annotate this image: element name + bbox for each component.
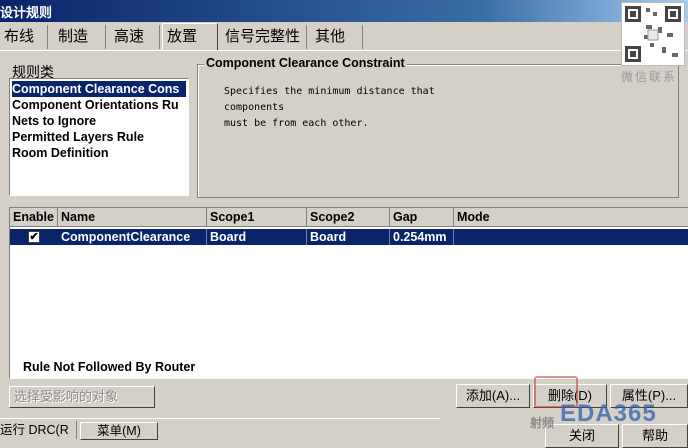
row-gap: 0.254mm xyxy=(390,229,454,245)
close-label: 关闭 xyxy=(568,428,595,443)
tab-routing[interactable]: 布线 xyxy=(0,25,48,49)
description-line: must be from each other. xyxy=(224,118,369,129)
col-scope1-header[interactable]: Scope1 xyxy=(207,208,307,227)
col-enable-header[interactable]: Enable xyxy=(10,208,58,227)
tab-high-speed[interactable]: 高速 xyxy=(110,25,160,49)
brand-logo: EDA365 xyxy=(560,400,657,427)
col-scope2-header[interactable]: Scope2 xyxy=(307,208,390,227)
qr-code-image xyxy=(621,2,685,66)
help-label: 帮助 xyxy=(641,428,668,443)
col-name-header[interactable]: Name xyxy=(58,208,207,227)
router-note: Rule Not Followed By Router xyxy=(23,360,196,374)
rules-grid[interactable]: Enable Name Scope1 Scope2 Gap Mode ✔ Com… xyxy=(9,207,688,379)
col-mode-header[interactable]: Mode xyxy=(454,208,688,227)
list-item-component-clearance[interactable]: Component Clearance Cons xyxy=(12,81,186,97)
table-row[interactable]: ✔ ComponentClearance Board Board 0.254mm xyxy=(10,229,688,245)
title-bar: 设计规则 xyxy=(0,0,688,22)
description-title: Component Clearance Constraint xyxy=(204,56,407,70)
rule-class-list[interactable]: Component Clearance Cons Component Orien… xyxy=(9,78,189,196)
tab-placement[interactable]: 放置 xyxy=(162,23,218,51)
description-line: components xyxy=(224,102,285,113)
row-scope2: Board xyxy=(307,229,390,245)
list-item-component-orientations[interactable]: Component Orientations Ru xyxy=(12,97,186,113)
grid-header: Enable Name Scope1 Scope2 Gap Mode xyxy=(10,208,688,227)
taskbar: 运行 DRC(R 菜单(M) xyxy=(0,418,440,440)
select-affected-button[interactable]: 选择受影响的对象 xyxy=(9,386,155,408)
menu-button[interactable]: 菜单(M) xyxy=(80,422,158,440)
description-line: Specifies the minimum distance that xyxy=(224,86,435,97)
col-gap-header[interactable]: Gap xyxy=(390,208,454,227)
run-drc-item[interactable]: 运行 DRC(R xyxy=(0,421,77,439)
enable-checkbox[interactable]: ✔ xyxy=(28,231,40,243)
select-affected-label: 选择受影响的对象 xyxy=(14,389,119,404)
tab-other[interactable]: 其他 xyxy=(311,25,363,49)
description-text: Specifies the minimum distance that comp… xyxy=(224,84,435,132)
tab-manufacturing[interactable]: 制造 xyxy=(54,25,106,49)
qr-caption: 微信联系 xyxy=(621,70,678,84)
menu-label: 菜单(M) xyxy=(97,424,141,438)
list-item-nets-to-ignore[interactable]: Nets to Ignore xyxy=(12,113,186,129)
tab-signal-integrity[interactable]: 信号完整性 xyxy=(221,25,307,49)
row-name: ComponentClearance xyxy=(58,229,207,245)
window-title: 设计规则 xyxy=(0,5,53,20)
list-item-room-definition[interactable]: Room Definition xyxy=(12,145,186,161)
add-button[interactable]: 添加(A)... xyxy=(456,384,530,408)
add-label: 添加(A)... xyxy=(465,388,521,403)
brand-subtitle: 射频 xyxy=(530,416,555,430)
list-item-permitted-layers[interactable]: Permitted Layers Rule xyxy=(12,129,186,145)
row-scope1: Board xyxy=(207,229,307,245)
tab-strip-divider xyxy=(0,50,688,51)
row-mode xyxy=(454,229,688,245)
qr-code-icon xyxy=(625,6,681,62)
